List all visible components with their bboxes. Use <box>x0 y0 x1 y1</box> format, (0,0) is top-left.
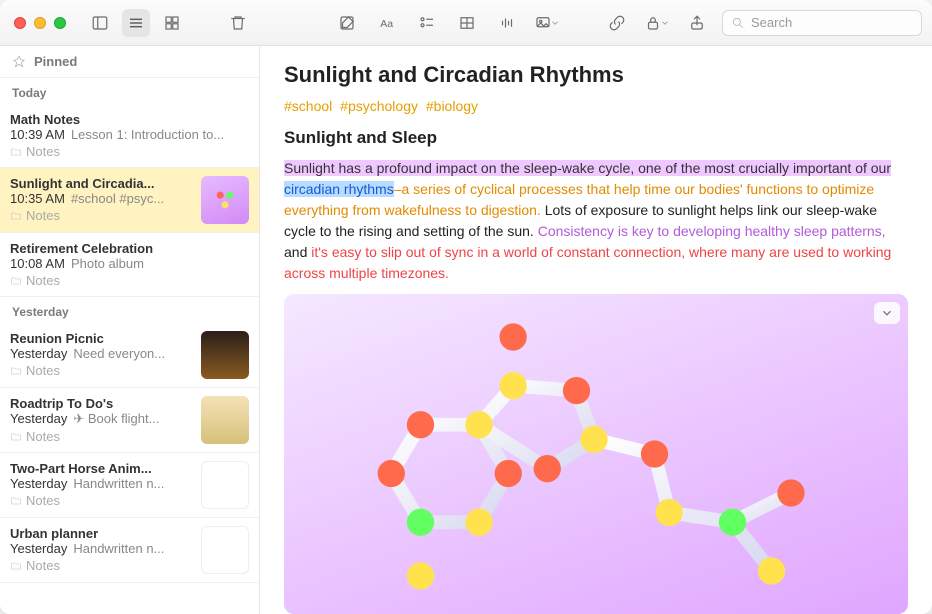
note-title: Urban planner <box>10 526 193 541</box>
close-window-button[interactable] <box>14 17 26 29</box>
folder-icon <box>10 146 22 158</box>
audio-button[interactable] <box>492 9 522 37</box>
text-segment: Consistency is key to developing healthy… <box>538 223 886 239</box>
note-attachment-image[interactable] <box>284 294 908 614</box>
link-button[interactable] <box>602 9 632 37</box>
note-title: Math Notes <box>10 112 249 127</box>
pinned-label: Pinned <box>34 54 77 69</box>
table-button[interactable] <box>452 9 482 37</box>
note-editor[interactable]: Sunlight and Circadian Rhythms #school #… <box>260 46 932 614</box>
note-item-roadtrip[interactable]: Roadtrip To Do's Yesterday✈︎ Book flight… <box>0 388 259 453</box>
note-title: Roadtrip To Do's <box>10 396 193 411</box>
checklist-button[interactable] <box>412 9 442 37</box>
note-subheading[interactable]: Sunlight and Sleep <box>284 128 908 148</box>
lock-button[interactable] <box>642 9 672 37</box>
media-button[interactable] <box>532 9 562 37</box>
svg-text:Aa: Aa <box>380 17 393 29</box>
note-title: Sunlight and Circadia... <box>10 176 193 191</box>
zoom-window-button[interactable] <box>54 17 66 29</box>
note-thumbnail <box>201 526 249 574</box>
delete-note-button[interactable] <box>224 9 252 37</box>
traffic-lights <box>0 17 80 29</box>
note-title: Reunion Picnic <box>10 331 193 346</box>
folder-icon <box>10 275 22 287</box>
folder-icon <box>10 210 22 222</box>
toggle-sidebar-button[interactable] <box>86 9 114 37</box>
pin-icon <box>12 55 26 69</box>
tag-school[interactable]: #school <box>284 98 332 114</box>
tag-psychology[interactable]: #psychology <box>340 98 418 114</box>
note-item-math[interactable]: Math Notes 10:39 AMLesson 1: Introductio… <box>0 104 259 168</box>
note-item-reunion[interactable]: Reunion Picnic YesterdayNeed everyon... … <box>0 323 259 388</box>
note-item-sunlight[interactable]: Sunlight and Circadia... 10:35 AM#school… <box>0 168 259 233</box>
share-button[interactable] <box>682 9 712 37</box>
text-segment: it's easy to slip out of sync in a world… <box>284 244 891 281</box>
folder-icon <box>10 365 22 377</box>
search-placeholder: Search <box>751 15 792 30</box>
note-item-horse[interactable]: Two-Part Horse Anim... YesterdayHandwrit… <box>0 453 259 518</box>
section-yesterday: Yesterday <box>0 297 259 323</box>
section-today: Today <box>0 78 259 104</box>
note-thumbnail <box>201 396 249 444</box>
text-segment: and <box>284 244 311 260</box>
note-tags[interactable]: #school #psychology #biology <box>284 98 908 114</box>
note-paragraph[interactable]: Sunlight has a profound impact on the sl… <box>284 158 908 284</box>
notes-window: Aa <box>0 0 932 614</box>
note-thumbnail <box>201 461 249 509</box>
list-view-button[interactable] <box>122 9 150 37</box>
minimize-window-button[interactable] <box>34 17 46 29</box>
new-note-button[interactable] <box>332 9 362 37</box>
note-thumbnail <box>201 176 249 224</box>
note-title-heading[interactable]: Sunlight and Circadian Rhythms <box>284 62 908 88</box>
pinned-header[interactable]: Pinned <box>0 46 259 78</box>
titlebar: Aa <box>0 0 932 46</box>
note-title: Two-Part Horse Anim... <box>10 461 193 476</box>
search-icon <box>731 16 745 30</box>
tag-biology[interactable]: #biology <box>426 98 478 114</box>
format-button[interactable]: Aa <box>372 9 402 37</box>
note-title: Retirement Celebration <box>10 241 249 256</box>
text-segment: Sunlight has a profound impact on the sl… <box>284 160 891 176</box>
gallery-view-button[interactable] <box>158 9 186 37</box>
notes-list[interactable]: Pinned Today Math Notes 10:39 AMLesson 1… <box>0 46 260 614</box>
folder-icon <box>10 560 22 572</box>
folder-icon <box>10 495 22 507</box>
folder-icon <box>10 431 22 443</box>
note-item-retirement[interactable]: Retirement Celebration 10:08 AMPhoto alb… <box>0 233 259 297</box>
sidebar-view-controls <box>80 9 252 37</box>
note-thumbnail <box>201 331 249 379</box>
text-segment: circadian rhythms <box>284 181 394 197</box>
note-item-urban[interactable]: Urban planner YesterdayHandwritten n... … <box>0 518 259 583</box>
molecule-illustration <box>284 294 908 614</box>
search-field[interactable]: Search <box>722 10 922 36</box>
editor-toolbar: Aa <box>332 9 932 37</box>
